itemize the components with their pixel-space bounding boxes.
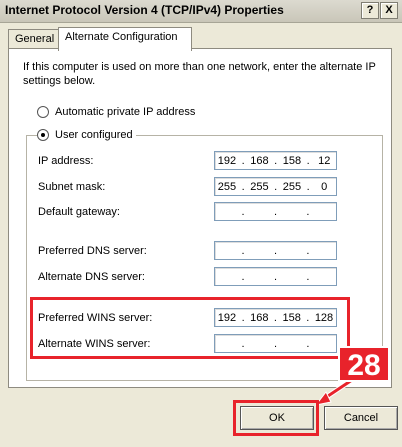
step-number-badge: 28	[338, 346, 390, 382]
tab-alternate-configuration[interactable]: Alternate Configuration	[58, 27, 192, 51]
cancel-button[interactable]: Cancel	[324, 406, 398, 430]
ok-highlight-box	[233, 400, 319, 436]
